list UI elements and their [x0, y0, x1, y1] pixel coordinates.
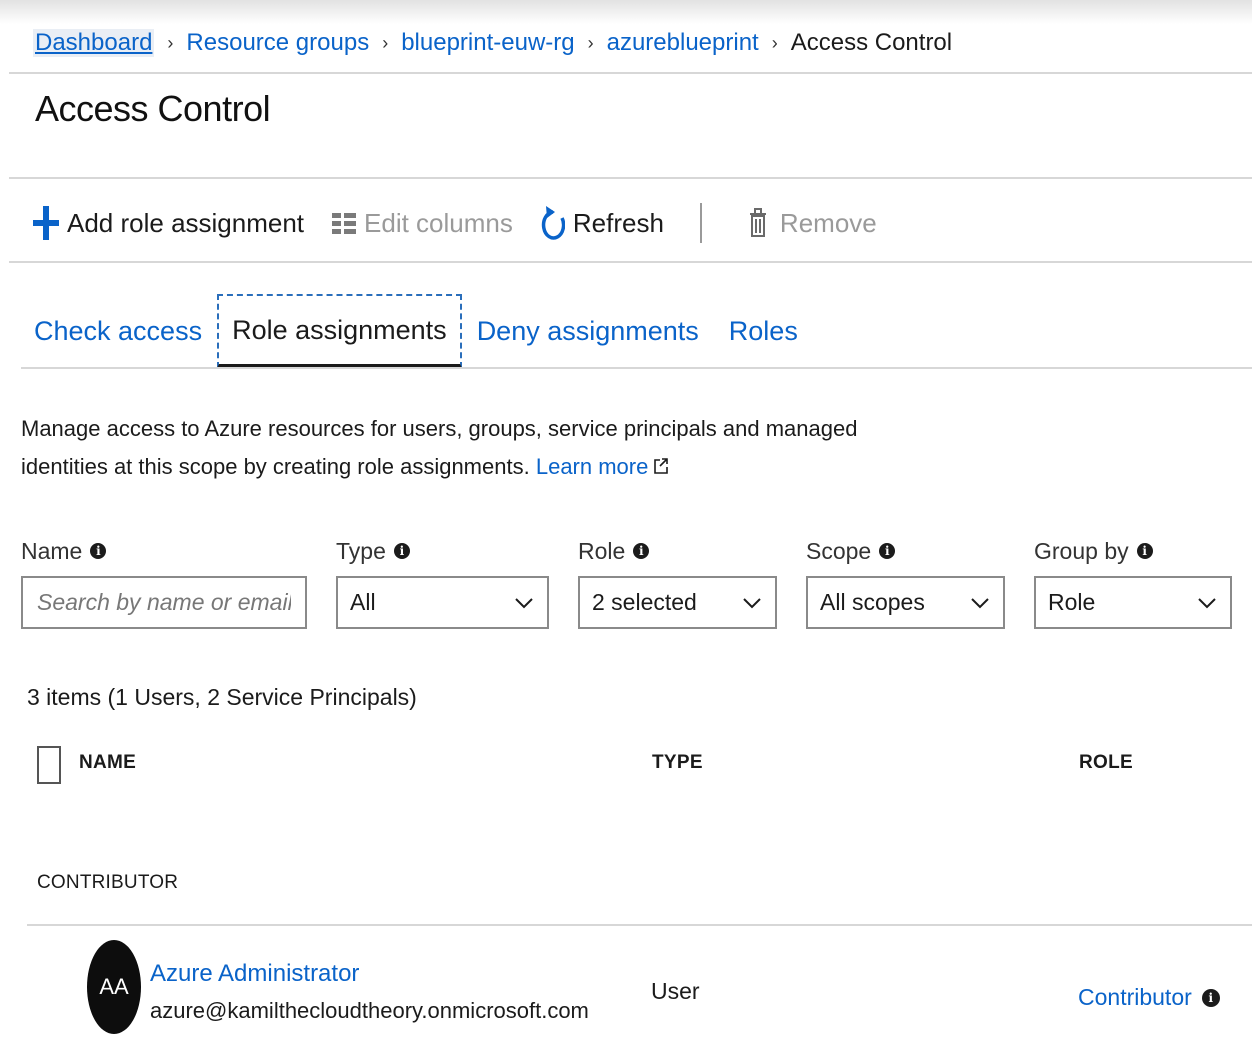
column-header-type[interactable]: TYPE: [652, 752, 703, 774]
filter-name: Name i: [21, 533, 307, 629]
remove-button[interactable]: Remove: [749, 207, 877, 239]
info-icon[interactable]: i: [90, 543, 107, 559]
item-count: 3 items (1 Users, 2 Service Principals): [27, 684, 417, 710]
external-link-icon: [654, 454, 669, 479]
type-dropdown[interactable]: All: [336, 576, 549, 629]
scope-filter-label: Scope i: [806, 533, 896, 569]
scope-dropdown[interactable]: All scopes: [806, 576, 1005, 629]
tab-deny-assignments[interactable]: Deny assignments: [465, 294, 711, 368]
scope-dropdown-value: All scopes: [820, 589, 925, 615]
group-divider: [27, 924, 1252, 926]
role-filter-label: Role i: [578, 533, 650, 569]
column-header-name[interactable]: NAME: [79, 752, 136, 774]
description-text: Manage access to Azure resources for use…: [21, 416, 858, 479]
page-title: Access Control: [35, 88, 271, 129]
chevron-down-icon: [969, 592, 991, 614]
tab-check-access[interactable]: Check access: [22, 294, 214, 368]
toolbar-divider: [699, 203, 702, 243]
learn-more-link[interactable]: Learn more: [536, 454, 669, 479]
breadcrumb-current: Access Control: [790, 29, 953, 56]
name-filter-label: Name i: [21, 533, 107, 569]
divider: [9, 72, 1252, 74]
info-icon[interactable]: i: [879, 543, 896, 559]
divider: [9, 177, 1252, 179]
group-by-filter-label: Group by i: [1034, 533, 1153, 569]
filter-scope: Scope i All scopes: [806, 533, 1005, 629]
chevron-right-icon: ›: [167, 32, 174, 53]
remove-label: Remove: [779, 207, 877, 238]
filter-type: Type i All: [336, 533, 549, 629]
add-role-assignment-button[interactable]: Add role assignment: [33, 204, 304, 242]
edit-columns-button[interactable]: Edit columns: [332, 208, 513, 239]
row-role-link[interactable]: Contributor i: [1078, 984, 1220, 1011]
chevron-down-icon: [1196, 592, 1218, 614]
breadcrumb: Dashboard › Resource groups › blueprint-…: [33, 26, 952, 60]
row-type: User: [651, 978, 700, 1004]
search-input[interactable]: [35, 588, 293, 617]
breadcrumb-resource-group[interactable]: blueprint-euw-rg: [401, 29, 574, 57]
role-dropdown-value: 2 selected: [592, 589, 697, 615]
breadcrumb-resource-groups[interactable]: Resource groups: [186, 29, 369, 57]
type-filter-label: Type i: [336, 533, 410, 569]
avatar: AA: [87, 940, 141, 1034]
table-row[interactable]: AA Azure Administrator azure@kamiltheclo…: [27, 930, 1252, 1051]
tab-roles[interactable]: Roles: [717, 294, 810, 368]
filter-role: Role i 2 selected: [578, 533, 777, 629]
group-by-dropdown-value: Role: [1048, 589, 1096, 615]
refresh-button[interactable]: Refresh: [541, 204, 664, 242]
top-shadow: [0, 0, 1252, 24]
chevron-right-icon: ›: [771, 32, 778, 53]
toolbar: Add role assignment Edit columns Refresh…: [33, 196, 877, 250]
refresh-icon: [541, 204, 565, 242]
info-icon[interactable]: i: [1201, 988, 1220, 1007]
description: Manage access to Azure resources for use…: [21, 410, 881, 486]
edit-columns-label: Edit columns: [364, 207, 513, 238]
info-icon[interactable]: i: [1136, 543, 1153, 559]
user-email: azure@kamilthecloudtheory.onmicrosoft.co…: [150, 998, 589, 1023]
select-all-checkbox[interactable]: [37, 746, 61, 784]
chevron-right-icon: ›: [587, 32, 594, 53]
tab-role-assignments[interactable]: Role assignments: [217, 294, 462, 368]
chevron-right-icon: ›: [382, 32, 389, 53]
info-icon[interactable]: i: [393, 543, 410, 559]
add-role-assignment-label: Add role assignment: [67, 207, 305, 238]
filter-group-by: Group by i Role: [1034, 533, 1232, 629]
role-dropdown[interactable]: 2 selected: [578, 576, 777, 629]
chevron-down-icon: [741, 592, 763, 614]
refresh-label: Refresh: [572, 207, 664, 238]
user-name-link[interactable]: Azure Administrator: [150, 960, 359, 988]
divider: [9, 261, 1252, 263]
trash-icon: [749, 208, 766, 238]
plus-icon: [33, 204, 59, 242]
info-icon[interactable]: i: [633, 543, 650, 559]
chevron-down-icon: [513, 592, 535, 614]
tab-strip: Check access Role assignments Deny assig…: [22, 294, 810, 368]
type-dropdown-value: All: [350, 589, 376, 615]
tabs-divider: [21, 367, 1252, 369]
breadcrumb-dashboard[interactable]: Dashboard: [33, 29, 155, 57]
columns-icon: [332, 211, 357, 235]
breadcrumb-blueprint[interactable]: azureblueprint: [607, 29, 759, 57]
column-header-role[interactable]: ROLE: [1079, 752, 1133, 774]
group-by-dropdown[interactable]: Role: [1034, 576, 1232, 629]
name-search-box: [21, 576, 307, 629]
group-header-contributor: CONTRIBUTOR: [37, 872, 179, 893]
row-role-label: Contributor: [1078, 984, 1192, 1010]
